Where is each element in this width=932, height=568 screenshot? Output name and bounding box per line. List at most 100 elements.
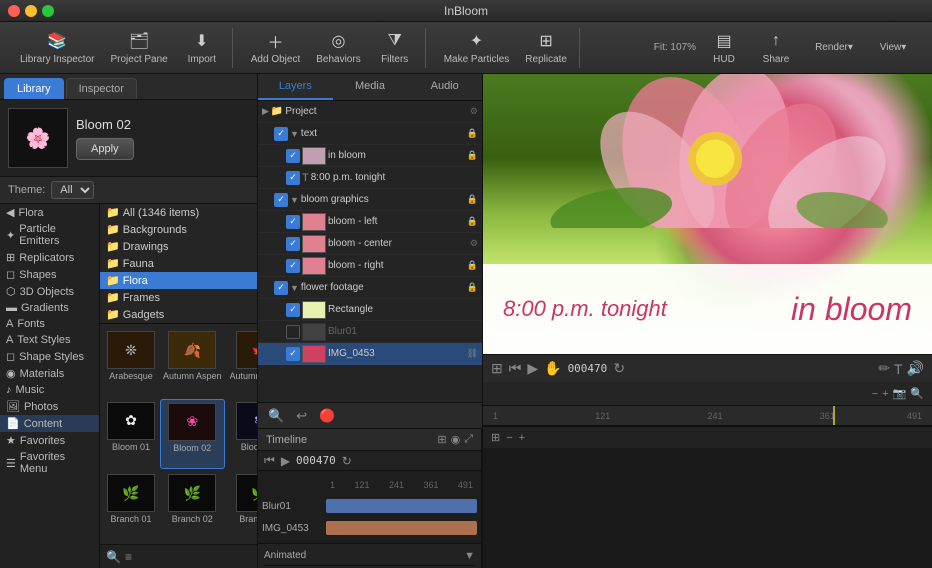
play-btn[interactable]: ▶ [281, 454, 290, 468]
cat-frames[interactable]: 📁 Frames [100, 289, 257, 306]
view-button[interactable]: View▾ [868, 39, 918, 56]
layer-check-bloomr[interactable]: ✓ [286, 259, 300, 273]
layer-in-bloom[interactable]: ✓ in bloom 🔒 [258, 145, 482, 167]
layer-rectangle[interactable]: ✓ Rectangle [258, 299, 482, 321]
make-particles-button[interactable]: ✦ Make Particles [438, 27, 516, 68]
library-inspector-button[interactable]: 📚 Library Inspector [14, 27, 100, 68]
preview-prev-btn[interactable]: ⏮ [509, 360, 522, 377]
maximize-button[interactable] [42, 5, 54, 17]
filters-button[interactable]: ⧩ Filters [371, 27, 419, 68]
preview-play-btn[interactable]: ▶ [527, 360, 538, 377]
sidebar-item-flora[interactable]: ◀ Flora [0, 204, 99, 221]
tab-media[interactable]: Media [333, 74, 408, 100]
thumb-arabesque[interactable]: ❊ Arabesque [104, 328, 158, 397]
track-blur01[interactable]: Blur01 [262, 495, 477, 517]
layer-check-footage[interactable]: ✓ [274, 281, 288, 295]
kf-minus-btn[interactable]: − [872, 387, 878, 400]
share-button[interactable]: ↑ Share [752, 27, 800, 68]
cat-backgrounds[interactable]: 📁 Backgrounds [100, 221, 257, 238]
sidebar-item-music[interactable]: ♪ Music [0, 382, 99, 398]
add-object-button[interactable]: ＋ Add Object [245, 27, 306, 68]
sidebar-item-photos[interactable]: 🖼 Photos [0, 398, 99, 415]
thumb-branch01[interactable]: 🌿 Branch 01 [104, 471, 158, 540]
tab-layers[interactable]: Layers [258, 74, 333, 100]
thumb-branch02[interactable]: 🌿 Branch 02 [160, 471, 225, 540]
animated-menu-btn[interactable]: ▼ [464, 550, 475, 562]
import-button[interactable]: ⬇ Import [178, 27, 226, 68]
sidebar-item-shapes[interactable]: ◻ Shapes [0, 266, 99, 283]
layer-img0453[interactable]: ✓ IMG_0453 ⛓ [258, 343, 482, 365]
track-img0453[interactable]: IMG_0453 [262, 517, 477, 539]
preview-loop-btn[interactable]: ↻ [613, 360, 625, 377]
cat-fauna[interactable]: 📁 Fauna [100, 255, 257, 272]
thumb-branch03[interactable]: 🌿 Branch 03 [227, 471, 257, 540]
replicate-button[interactable]: ⊞ Replicate [519, 27, 573, 68]
layer-check-blooml[interactable]: ✓ [286, 215, 300, 229]
sidebar-item-replicators[interactable]: ⊞ Replicators [0, 249, 99, 266]
layer-check-blur01[interactable] [286, 325, 300, 339]
tab-audio[interactable]: Audio [407, 74, 482, 100]
kf-camera-btn[interactable]: 📷 [893, 387, 907, 400]
behaviors-button[interactable]: ◎ Behaviors [310, 27, 366, 68]
tab-library[interactable]: Library [4, 78, 64, 99]
layer-bloom-right[interactable]: ✓ bloom - right 🔒 [258, 255, 482, 277]
loop-btn[interactable]: ↻ [342, 454, 352, 468]
sidebar-item-content[interactable]: 📄 Content [0, 415, 99, 432]
layer-check-bloomgfx[interactable]: ✓ [274, 193, 288, 207]
thumb-autumn-border[interactable]: 🍁 Autumn Border [227, 328, 257, 397]
go-start-btn[interactable]: ⏮ [264, 453, 275, 468]
minimize-button[interactable] [25, 5, 37, 17]
cat-flora[interactable]: 📁 Flora [100, 272, 257, 289]
cat-gadgets[interactable]: 📁 Gadgets [100, 306, 257, 323]
curves-plus-btn[interactable]: + [519, 432, 525, 444]
curves-minus-btn[interactable]: − [506, 432, 512, 444]
sidebar-item-shapestyles[interactable]: ◻ Shape Styles [0, 348, 99, 365]
apply-button[interactable]: Apply [76, 138, 134, 160]
layer-bloom-center[interactable]: ✓ bloom - center ⚙ [258, 233, 482, 255]
layer-check-img0453[interactable]: ✓ [286, 347, 300, 361]
add-layer-button[interactable]: ↩ [292, 406, 311, 426]
hud-button[interactable]: ▤ HUD [700, 27, 748, 68]
search-layers-button[interactable]: 🔍 [264, 406, 288, 426]
preview-hand-btn[interactable]: ✋ [544, 360, 561, 377]
close-button[interactable] [8, 5, 20, 17]
sidebar-item-textstyles[interactable]: A Text Styles [0, 332, 99, 348]
sidebar-item-particle[interactable]: ✦ Particle Emitters [0, 221, 99, 249]
layer-text-group[interactable]: ✓ ▼ text 🔒 [258, 123, 482, 145]
layer-check-rect[interactable]: ✓ [286, 303, 300, 317]
kf-plus-btn[interactable]: + [882, 387, 888, 400]
project-pane-button[interactable]: 🗂 Project Pane [104, 27, 173, 68]
delete-layer-button[interactable]: 🔴 [315, 406, 339, 426]
thumb-bloom02[interactable]: ❀ Bloom 02 [160, 399, 225, 470]
theme-select[interactable]: All [51, 181, 94, 199]
layer-bloom-left[interactable]: ✓ bloom - left 🔒 [258, 211, 482, 233]
layer-check-800pm[interactable]: ✓ [286, 171, 300, 185]
thumb-bloom03[interactable]: ✾ Bloom 03 [227, 399, 257, 470]
cat-drawings[interactable]: 📁 Drawings [100, 238, 257, 255]
preview-pen-btn[interactable]: ✏ [878, 360, 890, 377]
cat-all[interactable]: 📁 All (1346 items) [100, 204, 257, 221]
timeline-grid-btn[interactable]: ⊞ [437, 433, 446, 446]
preview-grid-btn[interactable]: ⊞ [491, 360, 503, 377]
sidebar-item-3d[interactable]: ⬡ 3D Objects [0, 283, 99, 300]
thumb-autumn-aspen[interactable]: 🍂 Autumn Aspen [160, 328, 225, 397]
layer-check-bloomc[interactable]: ✓ [286, 237, 300, 251]
kf-zoom-btn[interactable]: 🔍 [910, 387, 924, 400]
layer-flower-footage[interactable]: ✓ ▼ flower footage 🔒 [258, 277, 482, 299]
layer-800pm[interactable]: ✓ T 8:00 p.m. tonight [258, 167, 482, 189]
preview-zoom-in-btn[interactable]: 🔊 [907, 360, 924, 377]
timeline-circ-btn[interactable]: ◉ [451, 433, 461, 446]
timeline-expand-btn[interactable]: ⤢ [464, 433, 473, 446]
sidebar-item-materials[interactable]: ◉ Materials [0, 365, 99, 382]
sidebar-item-fonts[interactable]: A Fonts [0, 316, 99, 332]
layer-check-inbloom[interactable]: ✓ [286, 149, 300, 163]
layer-check-text[interactable]: ✓ [274, 127, 288, 141]
sidebar-item-gradients[interactable]: ▬ Gradients [0, 300, 99, 316]
sidebar-item-favorites[interactable]: ★ Favorites [0, 432, 99, 449]
sidebar-item-favorites-menu[interactable]: ☰ Favorites Menu [0, 449, 99, 477]
render-button[interactable]: Render▾ [804, 39, 864, 56]
layer-bloom-graphics[interactable]: ✓ ▼ bloom graphics 🔒 [258, 189, 482, 211]
preview-text-btn[interactable]: T [894, 360, 903, 377]
thumb-bloom01[interactable]: ✿ Bloom 01 [104, 399, 158, 470]
tab-inspector[interactable]: Inspector [66, 78, 137, 99]
